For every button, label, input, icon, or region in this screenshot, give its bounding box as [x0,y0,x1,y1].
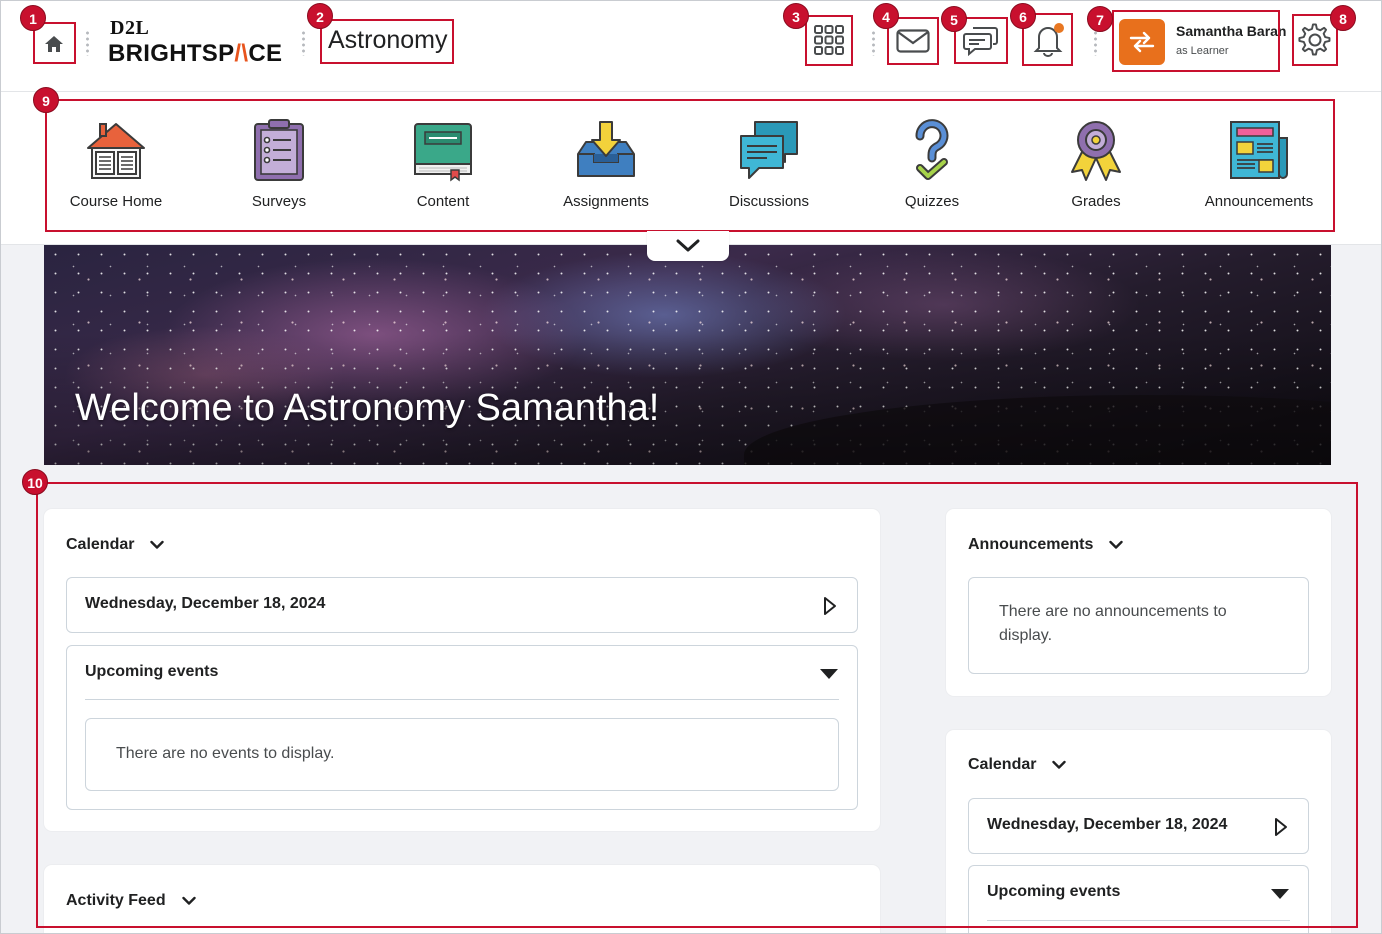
logo-d2l-text: D2L [110,17,150,39]
callout-box-navbar [45,99,1335,232]
banner-title: Welcome to Astronomy Samantha! [75,387,660,429]
callout-badge: 2 [307,3,333,29]
separator [302,30,305,56]
callout-box-widgets [36,482,1358,928]
logo-brightspace-text: BRIGHTSP/\CE [108,40,283,67]
callout-box-course-title [320,19,454,64]
callout-badge: 3 [783,3,809,29]
separator [86,30,89,56]
chevron-down-icon [676,239,700,252]
callout-badge: 5 [941,6,967,32]
callout-badge: 9 [33,87,59,113]
callout-box-user [1112,10,1280,72]
separator [1094,30,1097,56]
callout-box-course-selector [805,15,853,66]
navbar-collapse-toggle[interactable] [647,231,729,261]
callout-badge: 4 [873,3,899,29]
callout-badge: 10 [22,469,48,495]
callout-badge: 7 [1087,6,1113,32]
course-banner: Welcome to Astronomy Samantha! [44,245,1331,465]
callout-badge: 1 [20,5,46,31]
separator [872,30,875,56]
callout-badge: 8 [1330,5,1356,31]
callout-badge: 6 [1010,3,1036,29]
